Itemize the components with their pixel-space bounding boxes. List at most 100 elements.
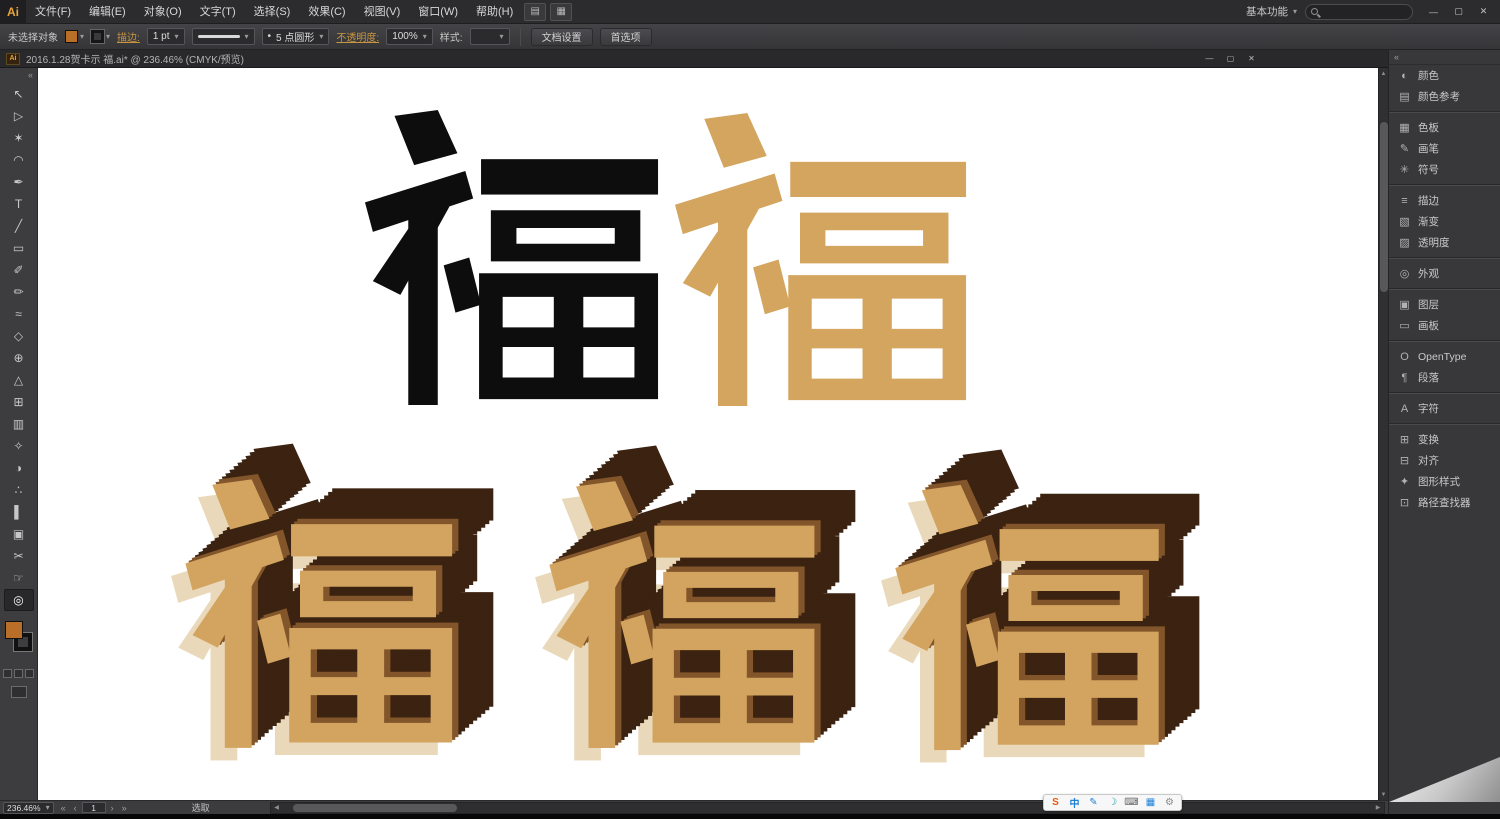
artboard-canvas[interactable] xyxy=(38,68,1378,800)
chinese-mode-icon[interactable]: 中 xyxy=(1066,796,1083,810)
panel-tab-graphic-styles[interactable]: ✦ 图形样式 xyxy=(1389,471,1500,492)
app-logo[interactable]: Ai xyxy=(0,0,26,24)
fu-character-3d-2[interactable] xyxy=(530,442,864,764)
tool-line-segment[interactable]: ╱ xyxy=(4,215,34,237)
menu-type[interactable]: 文字(T) xyxy=(191,0,245,24)
style-select[interactable]: ▾ xyxy=(470,28,510,45)
h-scroll-thumb[interactable] xyxy=(293,804,456,812)
minimize-button[interactable]: — xyxy=(1421,2,1446,22)
tool-free-transform[interactable]: ◇ xyxy=(4,325,34,347)
moon-icon[interactable]: ☽ xyxy=(1104,796,1121,810)
first-artboard-button[interactable]: « xyxy=(58,803,69,813)
tool-magic-wand[interactable]: ✶ xyxy=(4,127,34,149)
stroke-color-picker[interactable]: ▾ xyxy=(91,30,110,43)
clipboard-icon[interactable]: ▦ xyxy=(1142,796,1159,810)
panel-tab-transparency[interactable]: ▨ 透明度 xyxy=(1389,232,1500,253)
horizontal-scrollbar[interactable]: ◀ ▶ xyxy=(270,802,1385,814)
dock-expand-icon[interactable]: « xyxy=(1389,50,1500,65)
pen-icon[interactable]: ✎ xyxy=(1085,796,1102,810)
fu-character-tan[interactable] xyxy=(675,113,968,406)
opacity-panel-link[interactable]: 不透明度: xyxy=(336,29,379,44)
artboard-number-field[interactable]: 1 xyxy=(82,802,106,813)
tool-pen[interactable]: ✒ xyxy=(4,171,34,193)
panel-tab-color-guide[interactable]: ▤ 颜色参考 xyxy=(1389,86,1500,107)
keyboard-icon[interactable]: ⌨ xyxy=(1123,796,1140,810)
panel-tab-pathfinder[interactable]: ⊡ 路径查找器 xyxy=(1389,492,1500,513)
screen-mode-icon[interactable] xyxy=(11,686,27,698)
menu-view[interactable]: 视图(V) xyxy=(355,0,410,24)
tool-column-graph[interactable]: ▌ xyxy=(4,501,34,523)
tool-blend[interactable]: ◑ xyxy=(4,457,34,479)
tool-perspective-grid[interactable]: △ xyxy=(4,369,34,391)
panel-tab-color[interactable]: ◐ 颜色 xyxy=(1389,65,1500,86)
menu-file[interactable]: 文件(F) xyxy=(26,0,80,24)
v-scroll-track[interactable] xyxy=(1379,79,1389,789)
fu-character-3d-3[interactable] xyxy=(876,446,1208,766)
tool-artboard[interactable]: ▣ xyxy=(4,523,34,545)
draw-inside-icon[interactable] xyxy=(25,669,34,678)
restore-button[interactable]: ▢ xyxy=(1446,2,1471,22)
vertical-scrollbar[interactable]: ▲ ▼ xyxy=(1378,68,1388,800)
panel-tab-opentype[interactable]: O OpenType xyxy=(1389,346,1500,367)
bridge-icon[interactable]: ▤ xyxy=(524,3,546,21)
tool-width[interactable]: ≈ xyxy=(4,303,34,325)
panel-tab-align[interactable]: ⊟ 对齐 xyxy=(1389,450,1500,471)
tool-type[interactable]: T xyxy=(4,193,34,215)
brush-definition-select[interactable]: • 5 点圆形 ▾ xyxy=(262,28,330,45)
tool-mesh[interactable]: ⊞ xyxy=(4,391,34,413)
tool-eyedropper[interactable]: ✧ xyxy=(4,435,34,457)
width-profile-select[interactable]: ▾ xyxy=(192,28,255,45)
stroke-weight-select[interactable]: 1 pt ▾ xyxy=(147,28,185,45)
fill-swatch[interactable] xyxy=(65,30,78,43)
tool-selection[interactable]: ↖ xyxy=(4,83,34,105)
settings-icon[interactable]: ⚙ xyxy=(1161,796,1178,810)
draw-behind-icon[interactable] xyxy=(14,669,23,678)
panel-tab-appearance[interactable]: ◎ 外观 xyxy=(1389,263,1500,284)
fill-color-box[interactable] xyxy=(5,621,23,639)
tool-symbol-sprayer[interactable]: ∴ xyxy=(4,479,34,501)
tool-lasso[interactable]: ◠ xyxy=(4,149,34,171)
stroke-swatch[interactable] xyxy=(91,30,104,43)
preferences-button[interactable]: 首选项 xyxy=(600,28,652,46)
doc-close-button[interactable]: ✕ xyxy=(1241,52,1262,66)
menu-object[interactable]: 对象(O) xyxy=(135,0,191,24)
menu-window[interactable]: 窗口(W) xyxy=(409,0,467,24)
panel-tab-gradient[interactable]: ▧ 渐变 xyxy=(1389,211,1500,232)
collapse-panel-icon[interactable]: « xyxy=(0,68,37,83)
scroll-left-icon[interactable]: ◀ xyxy=(271,803,283,813)
menu-select[interactable]: 选择(S) xyxy=(245,0,300,24)
tool-hand[interactable]: ☞ xyxy=(4,567,34,589)
scroll-down-icon[interactable]: ▼ xyxy=(1379,789,1389,800)
sogou-logo-icon[interactable]: S xyxy=(1047,796,1064,810)
menu-effect[interactable]: 效果(C) xyxy=(299,0,354,24)
tool-rectangle[interactable]: ▭ xyxy=(4,237,34,259)
fu-character-3d-1[interactable] xyxy=(165,440,503,764)
panel-tab-brushes[interactable]: ✎ 画笔 xyxy=(1389,138,1500,159)
tool-direct-selection[interactable]: ▷ xyxy=(4,105,34,127)
search-input[interactable] xyxy=(1322,5,1407,18)
last-artboard-button[interactable]: » xyxy=(119,803,130,813)
panel-tab-symbols[interactable]: ✳ 符号 xyxy=(1389,159,1500,180)
panel-tab-paragraph[interactable]: ¶ 段落 xyxy=(1389,367,1500,388)
previous-artboard-button[interactable]: ‹ xyxy=(70,803,81,813)
tool-zoom[interactable]: ◎ xyxy=(4,589,34,611)
draw-normal-icon[interactable] xyxy=(3,669,12,678)
panel-tab-character[interactable]: A 字符 xyxy=(1389,398,1500,419)
fill-color-picker[interactable]: ▾ xyxy=(65,30,84,43)
document-setup-button[interactable]: 文档设置 xyxy=(531,28,593,46)
panel-tab-swatches[interactable]: ▦ 色板 xyxy=(1389,117,1500,138)
menu-help[interactable]: 帮助(H) xyxy=(467,0,522,24)
next-artboard-button[interactable]: › xyxy=(107,803,118,813)
panel-tab-transform[interactable]: ⊞ 变换 xyxy=(1389,429,1500,450)
scroll-up-icon[interactable]: ▲ xyxy=(1379,68,1389,79)
doc-minimize-button[interactable]: — xyxy=(1199,52,1220,66)
arrange-documents-icon[interactable]: ▦ xyxy=(550,3,572,21)
tool-gradient[interactable]: ▥ xyxy=(4,413,34,435)
close-button[interactable]: ✕ xyxy=(1471,2,1496,22)
panel-tab-layers[interactable]: ▣ 图层 xyxy=(1389,294,1500,315)
scroll-right-icon[interactable]: ▶ xyxy=(1372,803,1384,813)
menu-edit[interactable]: 编辑(E) xyxy=(80,0,135,24)
tool-pencil[interactable]: ✏ xyxy=(4,281,34,303)
workspace-switcher[interactable]: 基本功能 ▾ xyxy=(1246,4,1297,19)
doc-restore-button[interactable]: ▢ xyxy=(1220,52,1241,66)
